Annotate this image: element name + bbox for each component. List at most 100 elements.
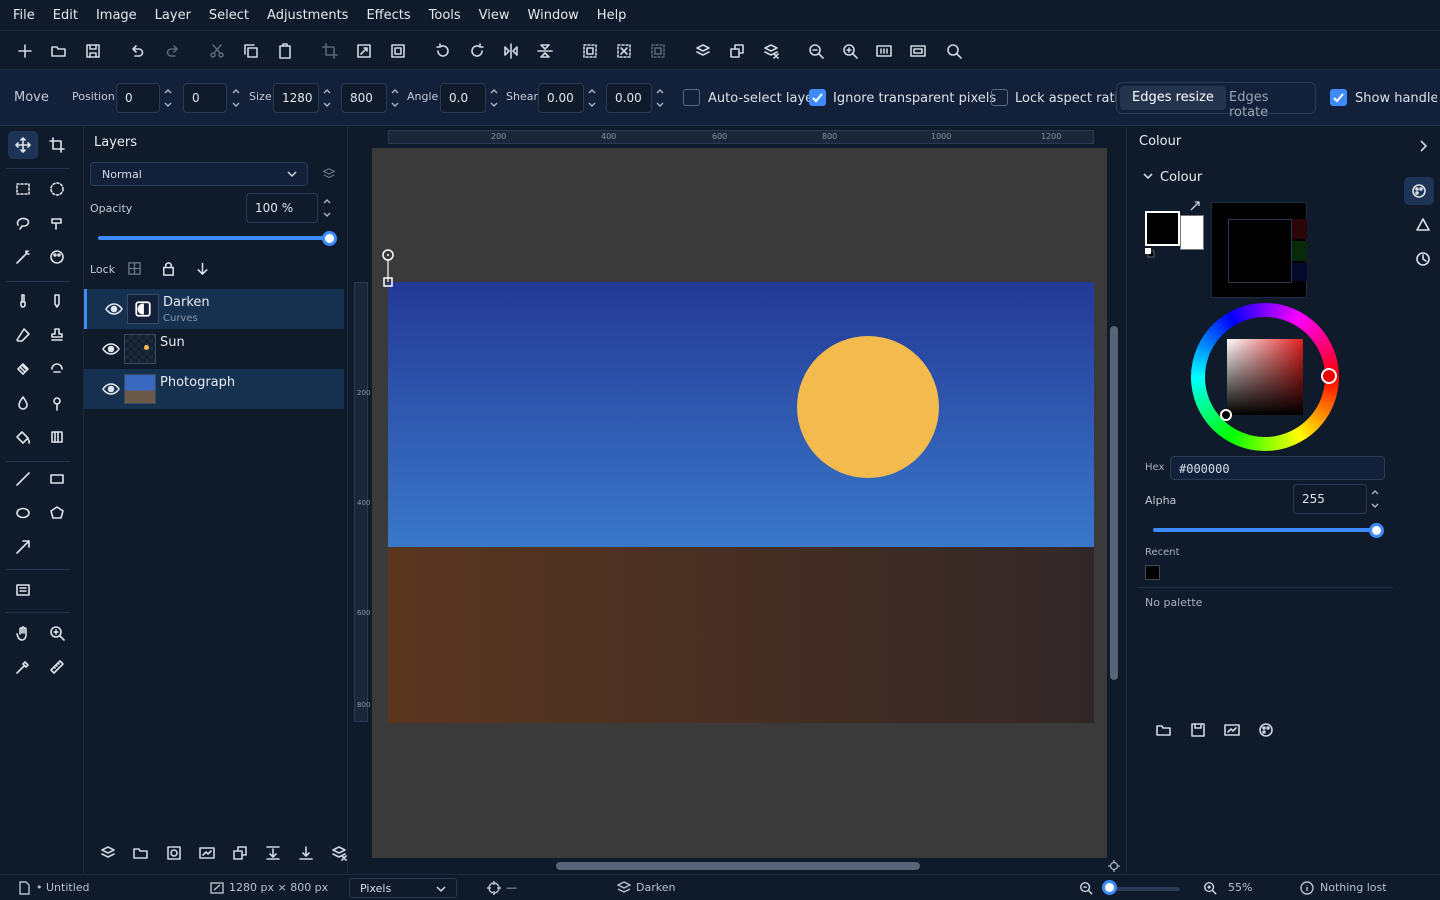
angle-stepper[interactable] (489, 85, 501, 111)
magic-wand-icon[interactable] (8, 243, 38, 271)
redo-icon[interactable] (161, 39, 185, 63)
arrow-tool-icon[interactable] (8, 533, 38, 561)
zoom-in-icon[interactable] (1203, 881, 1217, 895)
blur-tool-icon[interactable] (8, 389, 38, 417)
swatch-green[interactable] (1292, 241, 1307, 261)
colour-picker-icon[interactable] (8, 653, 38, 681)
polygon-tool-icon[interactable] (42, 499, 72, 527)
position-y-input[interactable]: 0 (183, 83, 227, 113)
add-group-icon[interactable] (129, 841, 153, 865)
opacity-input[interactable]: 100 % (246, 193, 318, 223)
zoom-slider-handle[interactable] (1102, 880, 1117, 895)
recent-swatch[interactable] (1145, 565, 1160, 580)
search-icon[interactable] (942, 39, 966, 63)
colour-panel-tab-icon[interactable] (1404, 177, 1434, 205)
swap-colours-icon[interactable] (1189, 200, 1201, 212)
rectangle-tool-icon[interactable] (42, 465, 72, 493)
ignore-transparent-checkbox[interactable] (809, 89, 826, 106)
zoom-slider-track[interactable] (1110, 887, 1180, 891)
pencil-tool-icon[interactable] (42, 287, 72, 315)
measure-tool-icon[interactable] (42, 653, 72, 681)
open-palette-icon[interactable] (1152, 718, 1176, 742)
alpha-slider-handle[interactable] (1369, 523, 1384, 538)
recent-swatch-grid[interactable] (1211, 202, 1307, 298)
line-tool-icon[interactable] (8, 465, 38, 493)
alpha-stepper[interactable] (1370, 486, 1382, 512)
actual-size-icon[interactable] (872, 39, 896, 63)
add-layer-icon[interactable] (96, 841, 120, 865)
colour-select-icon[interactable] (42, 243, 72, 271)
menu-view[interactable]: View (470, 8, 519, 23)
ellipse-select-icon[interactable] (42, 175, 72, 203)
menu-select[interactable]: Select (200, 8, 258, 23)
shear-x-input[interactable]: 0.00 (538, 83, 584, 113)
rectangle-select-icon[interactable] (8, 175, 38, 203)
hex-input[interactable]: #000000 (1170, 456, 1385, 480)
rotate-right-icon[interactable] (465, 39, 489, 63)
add-mask-icon[interactable] (195, 841, 219, 865)
pan-tool-icon[interactable] (8, 619, 38, 647)
zoom-tool-icon[interactable] (42, 619, 72, 647)
height-stepper[interactable] (390, 85, 402, 111)
shear-y-input[interactable]: 0.00 (606, 83, 652, 113)
eraser-tool-icon[interactable] (8, 321, 38, 349)
angle-input[interactable]: 0.0 (440, 83, 486, 113)
lock-transparency-icon[interactable] (127, 261, 142, 276)
text-tool-icon[interactable] (8, 576, 38, 604)
undo-icon[interactable] (125, 39, 149, 63)
position-x-stepper[interactable] (163, 85, 175, 111)
menu-image[interactable]: Image (87, 8, 146, 23)
menu-help[interactable]: Help (588, 8, 636, 23)
layer-row-darken[interactable]: Darken Curves (84, 289, 344, 329)
menu-window[interactable]: Window (519, 8, 588, 23)
paintbrush-select-icon[interactable] (42, 209, 72, 237)
duplicate-layer-icon[interactable] (228, 841, 252, 865)
width-input[interactable]: 1280 (273, 83, 319, 113)
new-icon[interactable] (13, 39, 37, 63)
layer-stack-icon[interactable] (322, 167, 336, 181)
opacity-stepper[interactable] (322, 195, 334, 221)
position-y-stepper[interactable] (231, 85, 243, 111)
edges-resize-button[interactable]: Edges resize (1120, 86, 1226, 110)
lock-aspect-checkbox[interactable] (991, 89, 1008, 106)
opacity-slider-handle[interactable] (322, 231, 337, 246)
shear-x-stepper[interactable] (587, 85, 599, 111)
delete-layer-icon[interactable] (759, 39, 783, 63)
add-layer-icon[interactable] (691, 39, 715, 63)
lasso-select-icon[interactable] (8, 209, 38, 237)
saturation-value-square[interactable] (1227, 339, 1303, 415)
reset-colours-icon[interactable] (1145, 248, 1155, 258)
save-icon[interactable] (81, 39, 105, 63)
move-tool-icon[interactable] (8, 131, 38, 159)
fit-window-icon[interactable] (906, 39, 930, 63)
swatch-red[interactable] (1292, 219, 1307, 239)
open-icon[interactable] (47, 39, 71, 63)
width-stepper[interactable] (322, 85, 334, 111)
lock-position-icon[interactable] (195, 261, 210, 276)
document-image[interactable] (388, 282, 1094, 723)
adjustments-tab-icon[interactable] (1408, 211, 1438, 239)
fill-gradient-icon[interactable] (42, 423, 72, 451)
clone-stamp-icon[interactable] (42, 321, 72, 349)
save-palette-icon[interactable] (1186, 718, 1210, 742)
auto-select-checkbox[interactable] (683, 89, 700, 106)
palette-icon[interactable] (1254, 718, 1278, 742)
primary-colour-swatch[interactable] (1145, 211, 1180, 246)
menu-file[interactable]: File (4, 8, 44, 23)
zoom-out-icon[interactable] (1079, 881, 1093, 895)
show-handles-checkbox[interactable] (1330, 89, 1347, 106)
copy-icon[interactable] (239, 39, 263, 63)
zoom-in-icon[interactable] (838, 39, 862, 63)
invert-selection-icon[interactable] (646, 39, 670, 63)
dodge-tool-icon[interactable] (42, 389, 72, 417)
ellipse-tool-icon[interactable] (8, 499, 38, 527)
flatten-icon[interactable] (294, 841, 318, 865)
shear-y-stepper[interactable] (655, 85, 667, 111)
menu-layer[interactable]: Layer (146, 8, 200, 23)
horizontal-scrollbar[interactable] (556, 862, 920, 870)
layer-row-sun[interactable]: Sun (84, 329, 344, 369)
alpha-input[interactable]: 255 (1293, 484, 1367, 514)
chevron-right-icon[interactable] (1418, 140, 1428, 152)
vertical-scrollbar[interactable] (1110, 326, 1118, 680)
visibility-eye-icon[interactable] (105, 301, 123, 317)
